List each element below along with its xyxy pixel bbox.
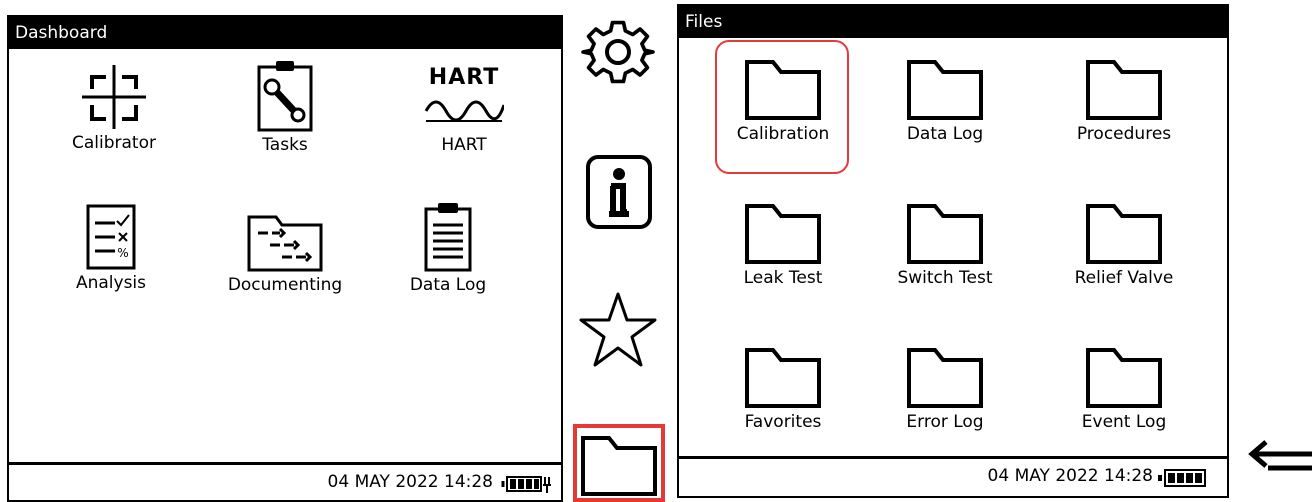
folder-label: Data Log — [906, 124, 984, 144]
folder-error-log[interactable]: Error Log — [865, 342, 1025, 432]
dashboard-status-bar: 04 MAY 2022 14:28 — [9, 462, 561, 500]
folder-icon — [581, 436, 657, 496]
dashboard-tile-documenting[interactable]: Documenting — [205, 207, 365, 295]
battery-charging-icon — [501, 476, 551, 493]
sidebar-item-settings[interactable] — [580, 14, 656, 90]
documenting-folder-icon — [247, 215, 323, 272]
sidebar-item-favorites[interactable] — [578, 290, 658, 370]
folder-label: Event Log — [1081, 412, 1167, 432]
clipboard-wrench-icon — [257, 61, 313, 132]
dashboard-screen: Dashboard Calibrator Tasks HART HART % A… — [7, 15, 563, 502]
date-time: 04 MAY 2022 14:28 — [327, 472, 493, 492]
dashboard-title: Dashboard — [9, 17, 561, 49]
folder-icon — [1086, 348, 1162, 408]
dashboard-tile-data-log[interactable]: Data Log — [368, 201, 528, 295]
tile-label: HART — [441, 135, 487, 155]
sidebar-item-files[interactable] — [573, 424, 665, 502]
sine-wave-icon — [424, 100, 504, 122]
folder-switch-test[interactable]: Switch Test — [865, 198, 1025, 288]
clipboard-list-icon — [424, 203, 472, 272]
dashboard-tile-tasks[interactable]: Tasks — [205, 59, 365, 155]
dashboard-tile-hart[interactable]: HART HART — [384, 65, 544, 155]
folder-icon — [907, 348, 983, 408]
tile-label: Documenting — [227, 275, 343, 295]
folder-icon — [1086, 60, 1162, 120]
star-icon — [579, 292, 657, 367]
tile-label: Tasks — [262, 135, 308, 155]
folder-icon — [745, 204, 821, 264]
svg-text:%: % — [117, 246, 128, 260]
folder-label: Leak Test — [743, 268, 823, 288]
folder-favorites[interactable]: Favorites — [703, 342, 863, 432]
date-time: 04 MAY 2022 14:28 — [987, 466, 1153, 486]
folder-icon — [907, 204, 983, 264]
battery-icon — [1158, 469, 1206, 487]
hart-icon: HART — [384, 65, 544, 133]
dashboard-tile-analysis[interactable]: % Analysis — [31, 203, 191, 293]
files-screen: Files Calibration Data Log Procedures Le… — [677, 4, 1229, 498]
hart-icon-text: HART — [428, 65, 500, 90]
folder-leak-test[interactable]: Leak Test — [703, 198, 863, 288]
folder-label: Calibration — [736, 124, 830, 144]
files-status-bar: 04 MAY 2022 14:28 — [679, 456, 1227, 496]
dashboard-tile-calibrator[interactable]: Calibrator — [34, 63, 194, 153]
folder-icon — [1086, 204, 1162, 264]
folder-label: Procedures — [1076, 124, 1172, 144]
folder-label: Favorites — [744, 412, 822, 432]
files-title: Files — [679, 6, 1227, 38]
folder-icon — [745, 60, 821, 120]
folder-event-log[interactable]: Event Log — [1044, 342, 1204, 432]
info-icon — [586, 155, 652, 229]
folder-label: Relief Valve — [1074, 268, 1174, 288]
sidebar-item-information[interactable] — [585, 154, 653, 230]
folder-label: Switch Test — [897, 268, 993, 288]
folder-icon — [745, 348, 821, 408]
analysis-document-icon: % — [86, 204, 136, 270]
tile-label: Data Log — [409, 275, 487, 295]
tile-label: Calibrator — [72, 133, 156, 153]
gear-icon — [581, 20, 655, 84]
folder-calibration[interactable]: Calibration — [703, 54, 863, 144]
tile-label: Analysis — [75, 273, 147, 293]
crosshair-calibrator-icon — [82, 65, 146, 129]
folder-relief-valve[interactable]: Relief Valve — [1044, 198, 1204, 288]
folder-data-log[interactable]: Data Log — [865, 54, 1025, 144]
folder-procedures[interactable]: Procedures — [1044, 54, 1204, 144]
back-arrow-icon[interactable] — [1246, 438, 1316, 482]
folder-icon — [907, 60, 983, 120]
folder-label: Error Log — [906, 412, 984, 432]
